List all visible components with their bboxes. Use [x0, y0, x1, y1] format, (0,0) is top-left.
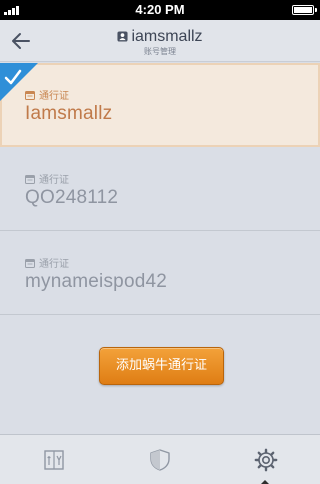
- passport-icon: [44, 450, 64, 470]
- account-item[interactable]: 通行证 QO248112: [0, 147, 320, 231]
- account-label: 通行证: [25, 87, 69, 102]
- passport-card-icon: [25, 174, 35, 184]
- page-subtitle: 账号管理: [144, 47, 176, 56]
- status-time: 4:20 PM: [135, 2, 185, 17]
- status-bar: 4:20 PM: [0, 0, 320, 20]
- account-icon: [117, 31, 128, 42]
- account-item[interactable]: 通行证 mynameispod42: [0, 231, 320, 315]
- nav-title-group: iamsmallz 账号管理: [0, 27, 320, 57]
- gear-icon: [254, 448, 278, 472]
- passport-card-icon: [25, 258, 35, 268]
- account-list: 通行证 Iamsmallz 通行证 QO248112 通行证 mynameisp…: [0, 63, 320, 315]
- passport-card-icon: [25, 90, 35, 100]
- shield-icon: [150, 449, 170, 471]
- nav-bar: iamsmallz 账号管理: [0, 20, 320, 62]
- account-name: QO248112: [25, 187, 119, 208]
- tab-bar: [0, 434, 320, 484]
- account-name: Iamsmallz: [25, 103, 113, 124]
- battery-icon: [292, 5, 317, 15]
- active-tab-indicator: [260, 480, 270, 484]
- account-label: 通行证: [25, 255, 69, 270]
- account-name: mynameispod42: [25, 271, 168, 292]
- tab-settings[interactable]: [212, 435, 318, 484]
- tab-passport[interactable]: [0, 435, 106, 484]
- tab-security[interactable]: [106, 435, 212, 484]
- account-label: 通行证: [25, 171, 69, 186]
- account-item-selected[interactable]: 通行证 Iamsmallz: [0, 63, 320, 147]
- add-passport-button[interactable]: 添加蜗牛通行证: [99, 347, 224, 385]
- page-title: iamsmallz: [131, 27, 203, 45]
